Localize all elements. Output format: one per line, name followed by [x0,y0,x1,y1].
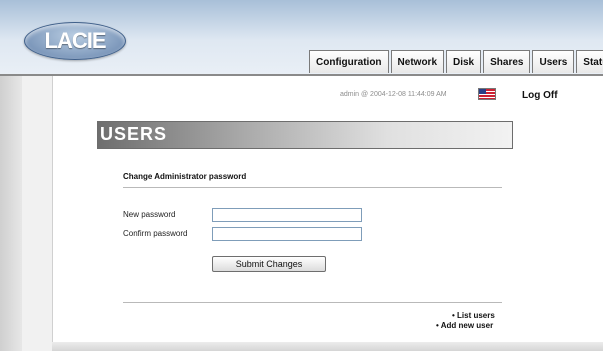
footer-divider [123,302,502,303]
session-info: admin @ 2004-12-08 11:44:09 AM [340,91,447,98]
confirm-password-label: Confirm password [123,229,188,238]
section-title: Change Administrator password [123,172,247,181]
tab-status[interactable]: Status [576,50,603,73]
header-divider [0,74,603,76]
section-divider [123,187,502,188]
tab-configuration[interactable]: Configuration [309,50,389,73]
page-title: USERS [100,124,168,144]
left-frame-panel [22,76,53,351]
log-off-link[interactable]: Log Off [522,90,558,101]
lacie-logo: LACIE [24,22,126,60]
header-bar: LACIE Configuration Network Disk Shares … [0,0,603,74]
us-flag-icon[interactable] [478,88,496,100]
new-password-label: New password [123,210,176,219]
main-tabs: Configuration Network Disk Shares Users … [309,50,603,74]
tab-network[interactable]: Network [390,50,444,73]
logo-text: LACIE [44,28,107,53]
page-title-bar: USERS [97,121,513,149]
list-users-link[interactable]: • List users [452,311,495,320]
tab-users[interactable]: Users [532,50,575,73]
add-new-user-link[interactable]: • Add new user [436,321,493,330]
tab-disk[interactable]: Disk [446,50,482,73]
confirm-password-field[interactable] [212,227,362,241]
bottom-frame-bar [52,342,603,351]
new-password-field[interactable] [212,208,362,222]
submit-changes-button[interactable]: Submit Changes [212,256,326,272]
tab-shares[interactable]: Shares [483,50,531,73]
left-frame-bar [0,76,22,351]
